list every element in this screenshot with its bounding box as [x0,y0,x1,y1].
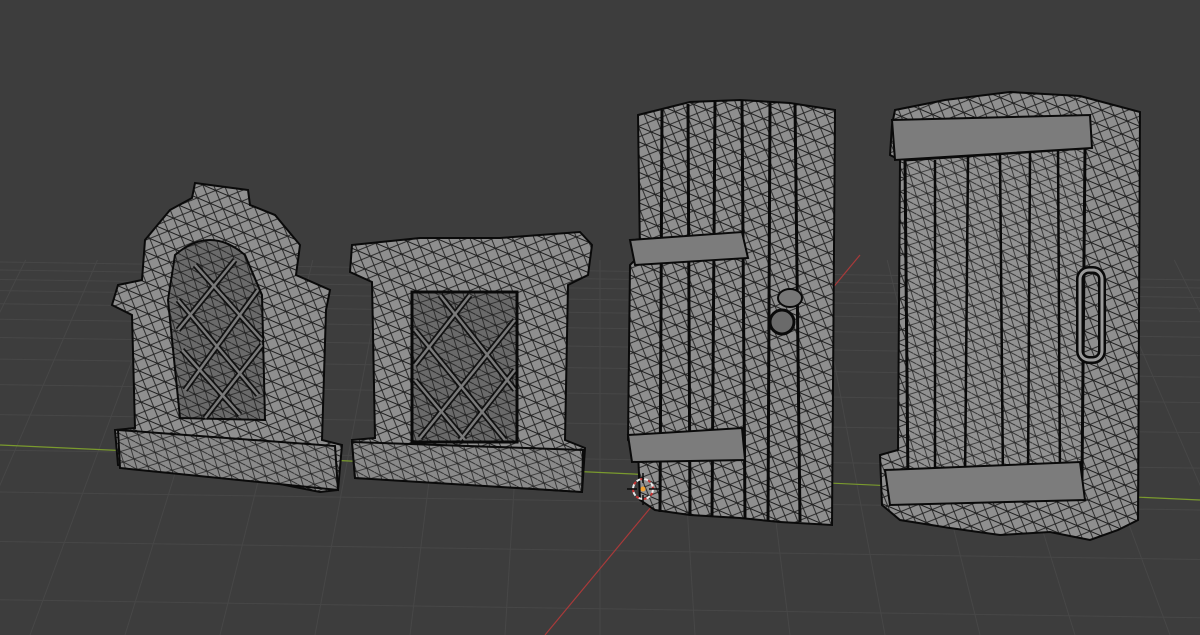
arched-lattice-window[interactable] [110,181,344,494]
square-lattice-window[interactable] [348,230,594,494]
grid-line [0,259,27,313]
3d-viewport[interactable] [0,0,1200,635]
plank-door-with-ring-handle[interactable] [626,98,837,527]
framed-plank-door-with-handle[interactable] [878,90,1142,542]
viewport-canvas[interactable] [0,0,1200,635]
grid-line [1173,259,1200,313]
